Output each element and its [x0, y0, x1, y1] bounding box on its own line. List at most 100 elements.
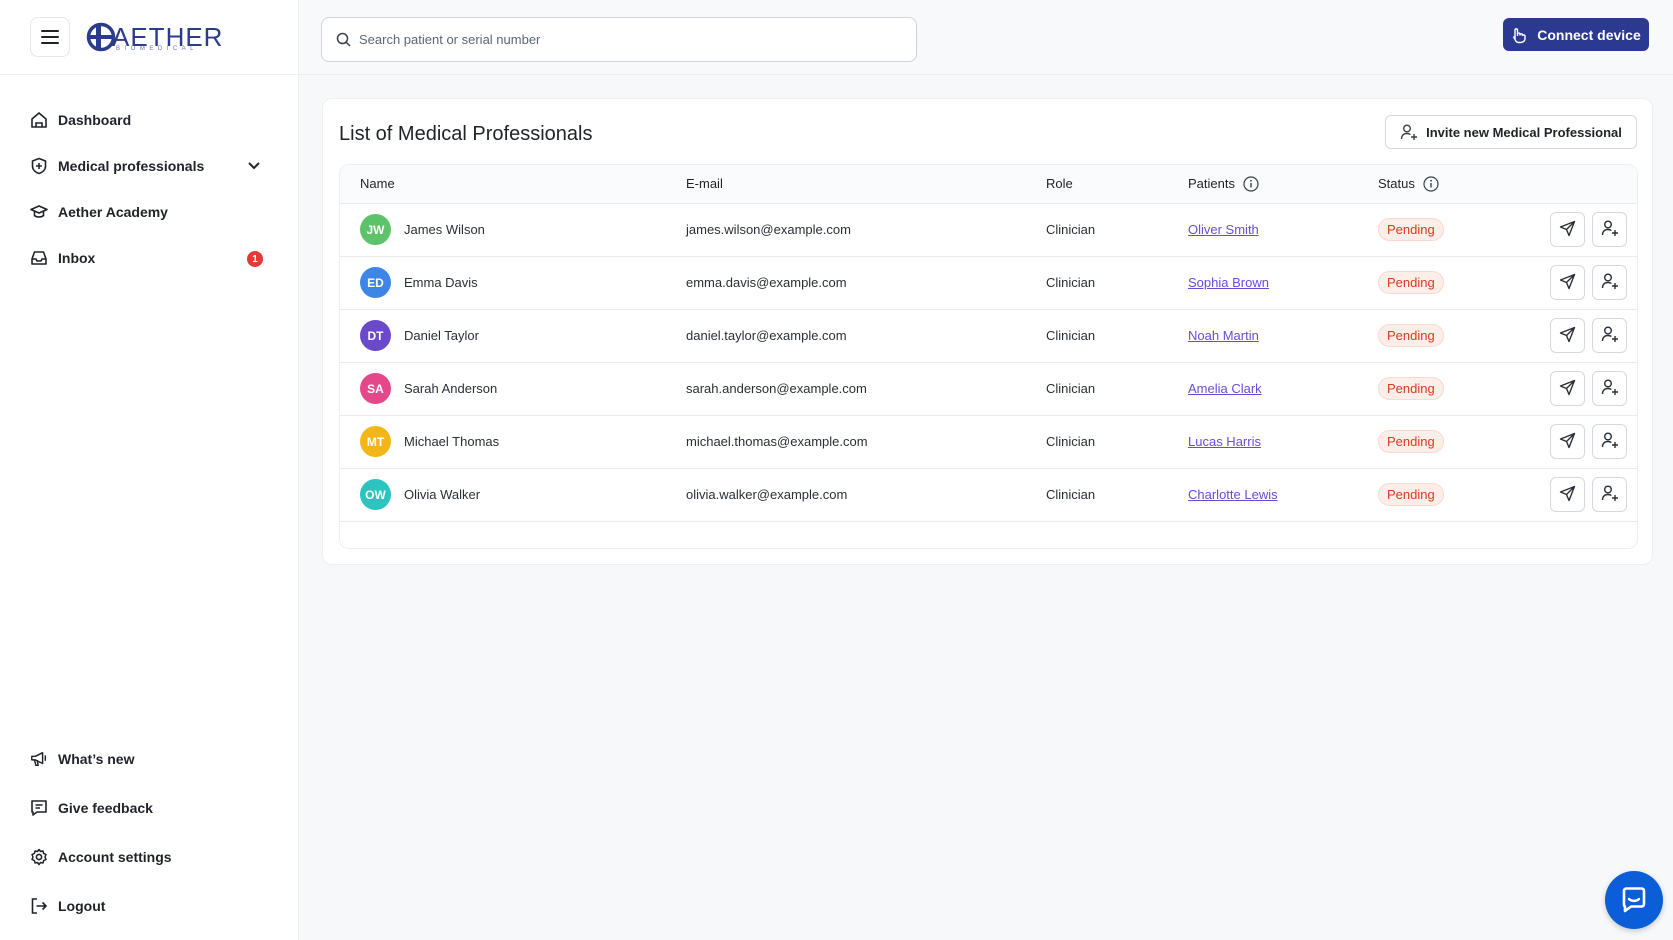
avatar: JW: [360, 214, 391, 245]
cell-actions: [1528, 309, 1637, 362]
assign-patient-button[interactable]: [1592, 265, 1627, 300]
avatar: OW: [360, 479, 391, 510]
status-badge: Pending: [1378, 430, 1444, 453]
send-invite-button[interactable]: [1550, 424, 1585, 459]
assign-patient-button[interactable]: [1592, 424, 1627, 459]
patient-link[interactable]: Charlotte Lewis: [1188, 487, 1278, 502]
connect-device-button[interactable]: Connect device: [1503, 18, 1649, 51]
patient-link[interactable]: Noah Martin: [1188, 328, 1259, 343]
patient-link[interactable]: Lucas Harris: [1188, 434, 1261, 449]
professional-name: Olivia Walker: [404, 487, 481, 502]
status-badge: Pending: [1378, 483, 1444, 506]
send-icon: [1559, 379, 1576, 399]
sidebar-bottom: What’s new Give feedback Account setting…: [0, 734, 298, 930]
cell-role: Clinician: [1046, 434, 1096, 449]
logout-icon: [30, 897, 48, 915]
connect-device-label: Connect device: [1537, 26, 1641, 43]
sidebar-item-inbox[interactable]: Inbox 1: [0, 235, 298, 281]
patient-link[interactable]: Oliver Smith: [1188, 222, 1259, 237]
professional-name: Emma Davis: [404, 275, 478, 290]
user-plus-icon: [1601, 325, 1619, 346]
professionals-card: List of Medical Professionals Invite new…: [322, 98, 1653, 565]
chevron-down-icon[interactable]: [246, 157, 262, 176]
cell-role: Clinician: [1046, 487, 1096, 502]
menu-button[interactable]: [30, 17, 70, 57]
sidebar-item-logout[interactable]: Logout: [0, 881, 298, 930]
column-header-actions: [1528, 165, 1637, 203]
logo-subtitle: BIOMEDICAL: [116, 46, 199, 52]
cell-status: Pending: [1378, 362, 1528, 415]
cell-role: Clinician: [1046, 222, 1096, 237]
user-plus-icon: [1601, 431, 1619, 452]
sidebar-item-aether-academy[interactable]: Aether Academy: [0, 189, 298, 235]
cell-role: Clinician: [1046, 328, 1096, 343]
invite-professional-button[interactable]: Invite new Medical Professional: [1385, 115, 1637, 149]
cell-actions: [1528, 468, 1637, 521]
assign-patient-button[interactable]: [1592, 371, 1627, 406]
search-icon: [336, 32, 351, 47]
cell-email: olivia.walker@example.com: [686, 487, 848, 502]
sidebar-item-label: Account settings: [58, 848, 172, 865]
home-icon: [30, 111, 48, 129]
sidebar-item-dashboard[interactable]: Dashboard: [0, 97, 298, 143]
table-row: JW James Wilson james.wilson@example.com Cl…: [340, 203, 1637, 256]
user-plus-icon: [1601, 378, 1619, 399]
inbox-icon: [30, 249, 48, 267]
professional-name: Michael Thomas: [404, 434, 500, 449]
column-header-email: E-mail: [686, 176, 723, 192]
search-box[interactable]: [321, 17, 917, 62]
cell-status: Pending: [1378, 203, 1528, 256]
send-invite-button[interactable]: [1550, 477, 1585, 512]
cell-email: daniel.taylor@example.com: [686, 328, 847, 343]
cell-email: james.wilson@example.com: [686, 222, 851, 237]
info-icon[interactable]: [1243, 176, 1259, 192]
send-invite-button[interactable]: [1550, 265, 1585, 300]
sidebar-item-medical-professionals[interactable]: Medical professionals: [0, 143, 298, 189]
assign-patient-button[interactable]: [1592, 318, 1627, 353]
sidebar-item-whats-new[interactable]: What’s new: [0, 734, 298, 783]
page-title: List of Medical Professionals: [339, 123, 593, 145]
assign-patient-button[interactable]: [1592, 212, 1627, 247]
cell-name: ED Emma Davis: [340, 256, 686, 309]
table-row: DT Daniel Taylor daniel.taylor@example.com…: [340, 309, 1637, 362]
send-invite-button[interactable]: [1550, 212, 1585, 247]
assign-patient-button[interactable]: [1592, 477, 1627, 512]
gear-icon: [30, 848, 48, 866]
sidebar-item-label: Medical professionals: [58, 158, 205, 174]
user-plus-icon: [1601, 219, 1619, 240]
cell-name: MT Michael Thomas: [340, 415, 686, 468]
cell-name: SA Sarah Anderson: [340, 362, 686, 415]
cell-status: Pending: [1378, 468, 1528, 521]
cell-email: michael.thomas@example.com: [686, 434, 868, 449]
cell-patients: Sophia Brown: [1188, 256, 1378, 309]
logo: AETHER BIOMEDICAL: [86, 17, 223, 57]
main-nav: Dashboard Medical professionals Aether A…: [0, 75, 298, 281]
cell-email: emma.davis@example.com: [686, 275, 847, 290]
cell-status: Pending: [1378, 309, 1528, 362]
feedback-icon: [30, 799, 48, 817]
send-icon: [1559, 432, 1576, 452]
cell-role: Clinician: [1046, 275, 1096, 290]
megaphone-icon: [30, 750, 48, 768]
cell-actions: [1528, 203, 1637, 256]
patient-link[interactable]: Amelia Clark: [1188, 381, 1262, 396]
send-invite-button[interactable]: [1550, 318, 1585, 353]
table-row: MT Michael Thomas michael.thomas@example.c…: [340, 415, 1637, 468]
column-header-name: Name: [360, 176, 395, 192]
sidebar-item-account-settings[interactable]: Account settings: [0, 832, 298, 881]
sidebar-item-give-feedback[interactable]: Give feedback: [0, 783, 298, 832]
search-input[interactable]: [359, 32, 879, 47]
sidebar-item-label: Dashboard: [58, 112, 132, 128]
sidebar-item-label: Inbox: [58, 250, 96, 266]
cell-patients: Oliver Smith: [1188, 203, 1378, 256]
table-row: ED Emma Davis emma.davis@example.com Clinic…: [340, 256, 1637, 309]
sidebar-item-label: Aether Academy: [58, 204, 168, 220]
chat-support-button[interactable]: [1605, 871, 1663, 929]
send-invite-button[interactable]: [1550, 371, 1585, 406]
user-plus-icon: [1400, 124, 1418, 140]
send-icon: [1559, 485, 1576, 505]
send-icon: [1559, 220, 1576, 240]
info-icon[interactable]: [1423, 176, 1439, 192]
sidebar-item-label: Give feedback: [58, 799, 153, 816]
patient-link[interactable]: Sophia Brown: [1188, 275, 1269, 290]
